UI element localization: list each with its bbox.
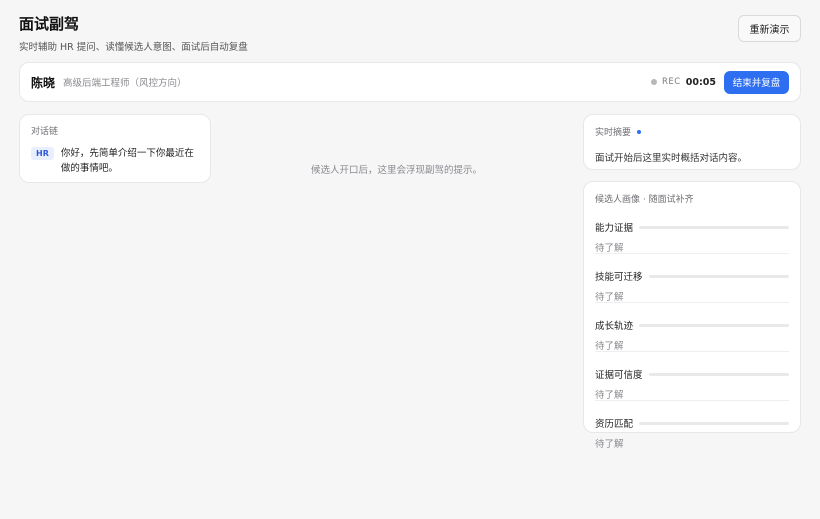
profile-dimension: 证据可信度 待了解 [595,357,789,401]
dimension-status: 待了解 [595,390,624,401]
dimension-name: 能力证据 [595,223,634,234]
page-subtitle: 实时辅助 HR 提问、读懂候选人意图、面试后自动复盘 [19,42,248,53]
profile-label: 候选人画像 · 随面试补齐 [595,195,694,205]
dimension-status: 待了解 [595,341,624,352]
summary-text: 面试开始后这里实时概括对话内容。 [595,153,748,164]
elapsed-timer: 00:05 [685,76,716,88]
candidate-role: 高级后端工程师（风控方向） [63,78,187,89]
dimension-status: 待了解 [595,292,624,303]
dimension-name: 证据可信度 [595,370,643,381]
replay-button[interactable]: 重新演示 [738,15,801,42]
dimension-status: 待了解 [595,243,624,254]
recording-controls: REC 00:05 结束并复盘 [651,70,789,94]
dimension-status: 待了解 [595,439,624,450]
profile-dimension: 能力证据 待了解 [595,210,789,254]
dimension-name: 技能可迁移 [595,272,643,283]
rec-label: REC [662,77,681,87]
end-and-review-button[interactable]: 结束并复盘 [724,70,789,94]
session-bar: 陈晓 高级后端工程师（风控方向） REC 00:05 结束并复盘 [19,62,801,102]
dimension-progress-bar [639,323,789,327]
recording-indicator-icon [651,79,658,85]
summary-panel: 实时摘要 面试开始后这里实时概括对话内容。 [583,114,801,170]
header: 面试副驾 实时辅助 HR 提问、读懂候选人意图、面试后自动复盘 [19,14,248,53]
speaker-badge: HR [31,147,54,160]
profile-dimension: 资历匹配 待了解 [595,406,789,450]
profile-dimension: 技能可迁移 待了解 [595,259,789,303]
dimension-progress-bar [648,372,789,376]
message-item: HR 你好，先简单介绍一下你最近在做的事情吧。 [31,146,199,176]
summary-label: 实时摘要 [595,128,632,138]
conversation-panel: 对话链 HR 你好，先简单介绍一下你最近在做的事情吧。 [19,114,211,183]
copilot-hint-placeholder: 候选人开口后，这里会浮现副驾的提示。 [311,165,483,176]
live-dot-icon [637,129,642,134]
profile-dimension: 成长轨迹 待了解 [595,308,789,352]
conversation-label: 对话链 [31,127,59,137]
candidate-profile-panel: 候选人画像 · 随面试补齐 能力证据 待了解 技能可迁移 待了解 成长轨迹 待了… [583,181,801,450]
candidate-name: 陈晓 [31,75,56,90]
message-text: 你好，先简单介绍一下你最近在做的事情吧。 [60,148,194,174]
dimension-progress-bar [639,421,789,425]
dimension-name: 资历匹配 [595,419,634,430]
dimension-progress-bar [639,225,789,229]
page-title: 面试副驾 [19,15,80,33]
dimension-name: 成长轨迹 [595,321,634,332]
dimension-progress-bar [648,274,789,278]
